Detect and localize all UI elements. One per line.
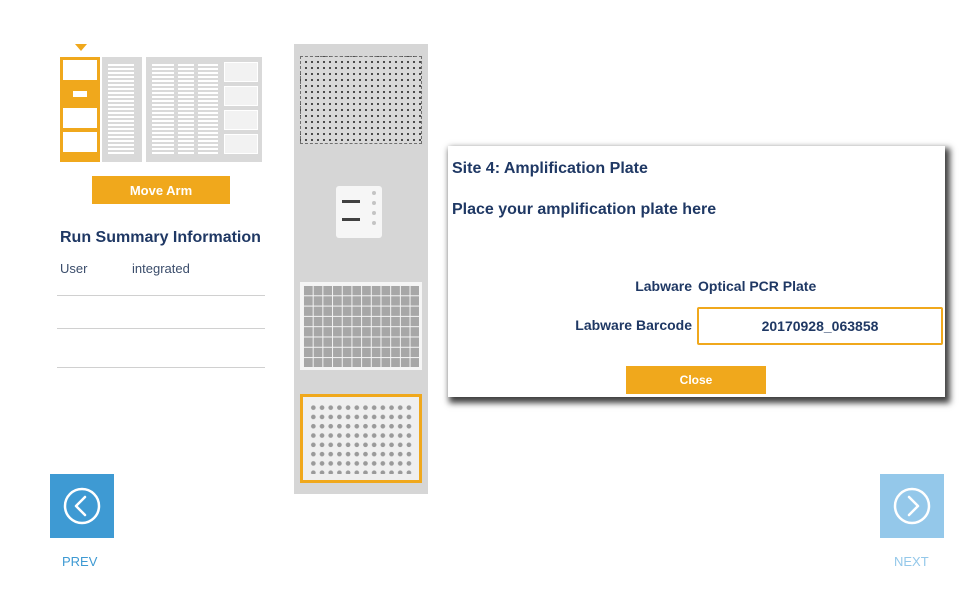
close-button[interactable]: Close [626, 366, 766, 394]
chevron-left-circle-icon [63, 487, 101, 525]
site-3-tip-rack[interactable] [300, 282, 422, 370]
reagent-strip [198, 64, 218, 156]
prev-button[interactable] [50, 474, 114, 538]
site-4-amplification-plate[interactable] [300, 394, 422, 483]
summary-key: User [60, 261, 88, 276]
next-label[interactable]: NEXT [894, 554, 929, 569]
site-pointer-icon [75, 44, 87, 51]
selected-deck-column[interactable] [60, 57, 100, 162]
dialog-title: Site 4: Amplification Plate [452, 160, 648, 177]
site-1-plate[interactable] [300, 56, 422, 144]
site-2-device-icon[interactable] [336, 186, 382, 238]
device-indicator [372, 211, 376, 215]
deck-slot[interactable] [63, 60, 97, 80]
dialog-instruction: Place your amplification plate here [452, 201, 717, 218]
deck-box [224, 134, 258, 154]
barcode-label: Labware Barcode [575, 317, 692, 333]
deck-layout-map[interactable] [60, 44, 262, 162]
deck-slot-active[interactable] [63, 84, 97, 104]
device-bar [342, 200, 360, 203]
deck-box [224, 62, 258, 82]
device-indicator [372, 221, 376, 225]
move-arm-button[interactable]: Move Arm [92, 176, 230, 204]
reagent-strip [178, 64, 194, 156]
well-grid [309, 403, 413, 474]
run-summary-title: Run Summary Information [60, 229, 261, 246]
deck-box [224, 110, 258, 130]
summary-row [57, 329, 265, 368]
labware-label: Labware [635, 278, 692, 294]
summary-value: integrated [132, 261, 190, 276]
site-info-dialog: Site 4: Amplification Plate Place your a… [448, 146, 945, 397]
next-button[interactable] [880, 474, 944, 538]
barcode-input[interactable] [697, 307, 943, 345]
deck-box [224, 86, 258, 106]
reagent-strip [152, 64, 174, 156]
chevron-right-circle-icon [893, 487, 931, 525]
device-bar [342, 218, 360, 221]
prev-label[interactable]: PREV [62, 554, 97, 569]
deck-slot[interactable] [63, 108, 97, 128]
deck-column-view [294, 44, 428, 494]
reagent-strip [108, 64, 134, 156]
deck-slot[interactable] [63, 132, 97, 152]
device-indicator [372, 201, 376, 205]
summary-row [57, 290, 265, 329]
device-indicator [372, 191, 376, 195]
tip-grid [303, 285, 419, 367]
labware-value: Optical PCR Plate [698, 278, 817, 294]
